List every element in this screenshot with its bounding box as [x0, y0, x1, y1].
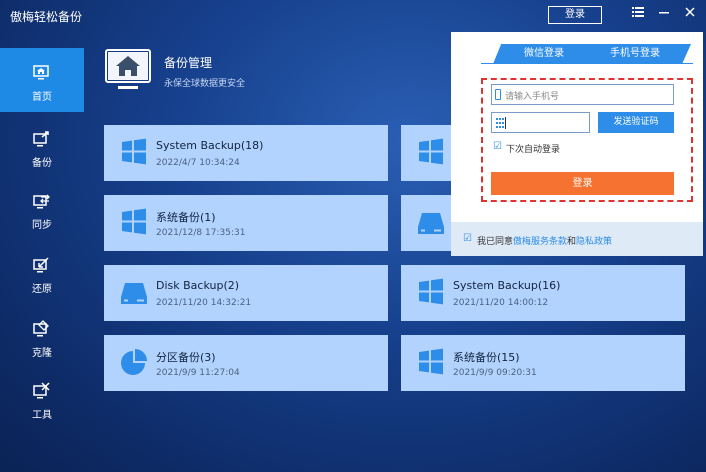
sidebar-item-sync[interactable]: 同步 — [0, 176, 84, 240]
tools-icon — [33, 382, 50, 399]
sidebar-item-tools[interactable]: 工具 — [0, 366, 84, 430]
login-popup: 微信登录 手机号登录 请输入手机号 发送验证码 ☑ 下次自动登录 登录 ☑ 我已… — [451, 32, 703, 256]
agreement-text: 我已同意傲梅服务条款和隐私政策 — [477, 234, 612, 247]
login-submit-button[interactable]: 登录 — [491, 172, 674, 195]
agree-and: 和 — [567, 237, 577, 247]
login-tabs: 微信登录 手机号登录 — [451, 32, 703, 64]
windows-icon — [419, 138, 443, 165]
sidebar-item-label: 同步 — [32, 220, 52, 231]
send-code-button[interactable]: 发送验证码 — [598, 112, 674, 133]
tab-wechat-login[interactable]: 微信登录 — [493, 44, 595, 64]
auto-login-label: 下次自动登录 — [506, 145, 561, 155]
restore-icon — [33, 257, 49, 273]
tab-phone-login[interactable]: 手机号登录 — [579, 44, 691, 64]
privacy-link[interactable]: 隐私政策 — [576, 237, 612, 247]
sidebar-item-label: 克隆 — [32, 348, 52, 359]
backup-card[interactable]: System Backup(16) 2021/11/20 14:00:12 — [401, 265, 685, 321]
minimize-icon[interactable] — [656, 6, 672, 22]
backup-card-title: System Backup(18) — [156, 139, 264, 152]
sync-icon — [33, 194, 50, 209]
backup-card-title: Disk Backup(2) — [156, 279, 240, 292]
disk-icon — [418, 213, 444, 234]
backup-management-icon — [104, 48, 154, 92]
backup-icon — [33, 131, 49, 147]
clone-icon — [33, 320, 49, 337]
app-window: 傲梅轻松备份 登录 首页 备份 同步 还原 克隆 工具 备份管理 永保全球数据更… — [0, 0, 706, 472]
sidebar: 首页 备份 同步 还原 克隆 工具 — [0, 48, 84, 472]
backup-card-date: 2021/11/20 14:00:12 — [453, 298, 549, 308]
backup-card-date: 2021/11/20 14:32:21 — [156, 298, 252, 308]
login-button[interactable]: 登录 — [548, 6, 602, 24]
disk-icon — [121, 283, 147, 304]
sidebar-item-label: 首页 — [32, 92, 52, 103]
phone-icon — [495, 89, 501, 100]
windows-icon — [419, 348, 443, 375]
page-subtitle: 永保全球数据更安全 — [164, 79, 246, 89]
verification-code-input[interactable] — [491, 112, 590, 133]
sidebar-item-label: 还原 — [32, 284, 52, 295]
backup-card[interactable]: 分区备份(3) 2021/9/9 11:27:04 — [104, 335, 388, 391]
backup-card-title: 分区备份(3) — [156, 351, 216, 364]
menu-icon[interactable] — [630, 6, 646, 22]
backup-card-date: 2021/12/8 17:35:31 — [156, 228, 246, 238]
home-icon — [33, 65, 49, 80]
backup-card-date: 2021/9/9 09:20:31 — [453, 368, 537, 378]
agree-checkbox[interactable]: ☑ — [463, 234, 473, 244]
agree-prefix: 我已同意 — [477, 237, 514, 247]
checkbox-check-icon: ☑ — [493, 141, 502, 152]
sidebar-item-home[interactable]: 首页 — [0, 48, 84, 112]
sidebar-item-label: 工具 — [32, 410, 52, 421]
backup-card[interactable]: 系统备份(15) 2021/9/9 09:20:31 — [401, 335, 685, 391]
sidebar-item-restore[interactable]: 还原 — [0, 240, 84, 304]
backup-card[interactable]: 系统备份(1) 2021/12/8 17:35:31 — [104, 195, 388, 251]
close-icon[interactable] — [682, 6, 698, 22]
page-title: 备份管理 — [164, 56, 213, 70]
phone-placeholder: 请输入手机号 — [505, 92, 560, 102]
terms-link[interactable]: 傲梅服务条款 — [513, 237, 567, 247]
sidebar-item-label: 备份 — [32, 158, 52, 169]
code-icon — [496, 118, 504, 128]
backup-card-title: 系统备份(1) — [156, 211, 216, 224]
backup-card-partial[interactable] — [401, 125, 451, 181]
backup-card-date: 2022/4/7 10:34:24 — [156, 158, 240, 168]
backup-card-title: 系统备份(15) — [453, 351, 520, 364]
windows-icon — [419, 278, 443, 305]
backup-card-partial[interactable] — [401, 195, 451, 251]
backup-card-title: System Backup(16) — [453, 279, 561, 292]
sidebar-item-backup[interactable]: 备份 — [0, 114, 84, 178]
partition-icon — [121, 349, 147, 375]
tab-underline — [481, 63, 693, 64]
text-caret — [505, 117, 506, 129]
backup-card-date: 2021/9/9 11:27:04 — [156, 368, 240, 378]
backup-card[interactable]: System Backup(18) 2022/4/7 10:34:24 — [104, 125, 388, 181]
title-bar: 傲梅轻松备份 登录 — [0, 0, 706, 30]
backup-card[interactable]: Disk Backup(2) 2021/11/20 14:32:21 — [104, 265, 388, 321]
agreement-bar: ☑ 我已同意傲梅服务条款和隐私政策 — [451, 222, 703, 256]
windows-icon — [122, 208, 146, 235]
windows-icon — [122, 138, 146, 165]
app-title: 傲梅轻松备份 — [10, 10, 83, 24]
sidebar-item-clone[interactable]: 克隆 — [0, 304, 84, 368]
phone-input[interactable]: 请输入手机号 — [491, 84, 674, 105]
